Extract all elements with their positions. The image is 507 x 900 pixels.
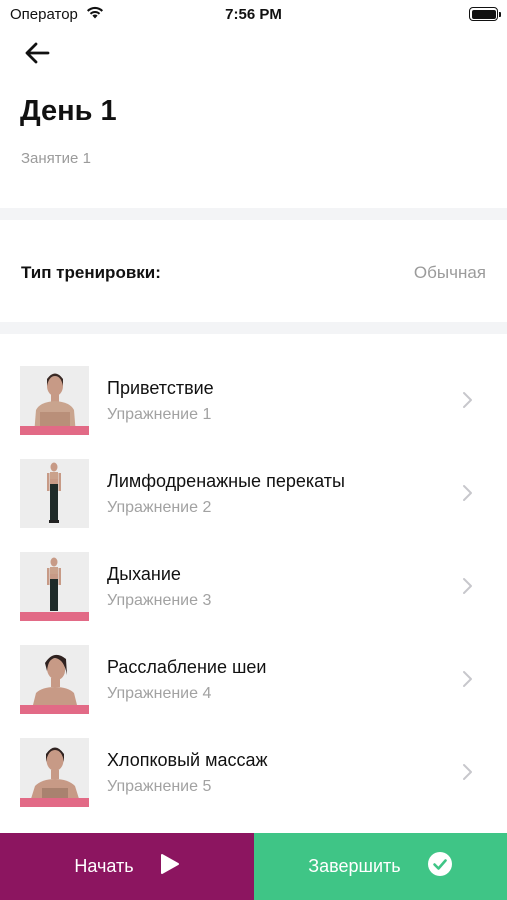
thumbnail-strip: [20, 705, 89, 714]
thumbnail-strip: [20, 426, 89, 435]
chevron-right-icon: [461, 577, 473, 595]
thumbnail-strip: [20, 612, 89, 621]
check-circle-icon: [427, 851, 453, 882]
exercise-title: Хлопковый массаж: [107, 750, 268, 770]
exercise-item[interactable]: Лимфодренажные перекаты Упражнение 2: [0, 453, 507, 546]
section-divider: [0, 208, 507, 220]
exercise-thumbnail: [20, 366, 89, 435]
exercise-thumbnail: [20, 459, 89, 528]
status-time: 7:56 PM: [225, 6, 282, 23]
exercise-list: Приветствие Упражнение 1 Лимфодренажные …: [0, 360, 507, 825]
exercise-item[interactable]: Хлопковый массаж Упражнение 5: [0, 732, 507, 825]
exercise-title: Дыхание: [107, 564, 181, 584]
arrow-left-icon: [24, 42, 50, 69]
finish-button-label: Завершить: [308, 856, 401, 876]
exercise-thumbnail: [20, 645, 89, 714]
thumbnail-strip: [20, 798, 89, 807]
exercise-thumbnail: [20, 552, 89, 621]
chevron-right-icon: [461, 484, 473, 502]
section-divider: [0, 322, 507, 334]
exercise-item[interactable]: Дыхание Упражнение 3: [0, 546, 507, 639]
exercise-item[interactable]: Приветствие Упражнение 1: [0, 360, 507, 453]
page-title: День 1: [20, 95, 117, 127]
back-button[interactable]: [20, 40, 54, 70]
exercise-subtitle: Упражнение 3: [107, 592, 212, 609]
status-bar: Оператор 7:56 PM: [0, 0, 507, 28]
workout-type-row: Тип тренировки: Обычная: [0, 220, 507, 322]
exercise-subtitle: Упражнение 5: [107, 778, 212, 795]
exercise-subtitle: Упражнение 1: [107, 406, 212, 423]
start-button[interactable]: Начать: [0, 833, 254, 900]
exercise-title: Лимфодренажные перекаты: [107, 471, 345, 491]
exercise-subtitle: Упражнение 4: [107, 685, 212, 702]
exercise-title: Расслабление шеи: [107, 657, 267, 677]
chevron-right-icon: [461, 391, 473, 409]
page-subtitle: Занятие 1: [21, 150, 91, 167]
workout-type-label: Тип тренировки:: [21, 263, 161, 282]
exercise-thumbnail: [20, 738, 89, 807]
workout-type-value: Обычная: [413, 263, 486, 282]
play-icon: [160, 853, 180, 880]
exercise-subtitle: Упражнение 2: [107, 499, 212, 516]
exercise-title: Приветствие: [107, 378, 214, 398]
chevron-right-icon: [461, 763, 473, 781]
start-button-label: Начать: [74, 856, 134, 876]
bottom-action-bar: Начать Завершить: [0, 833, 507, 900]
chevron-right-icon: [461, 670, 473, 688]
exercise-item[interactable]: Расслабление шеи Упражнение 4: [0, 639, 507, 732]
battery-icon: [469, 7, 501, 21]
finish-button[interactable]: Завершить: [254, 833, 507, 900]
